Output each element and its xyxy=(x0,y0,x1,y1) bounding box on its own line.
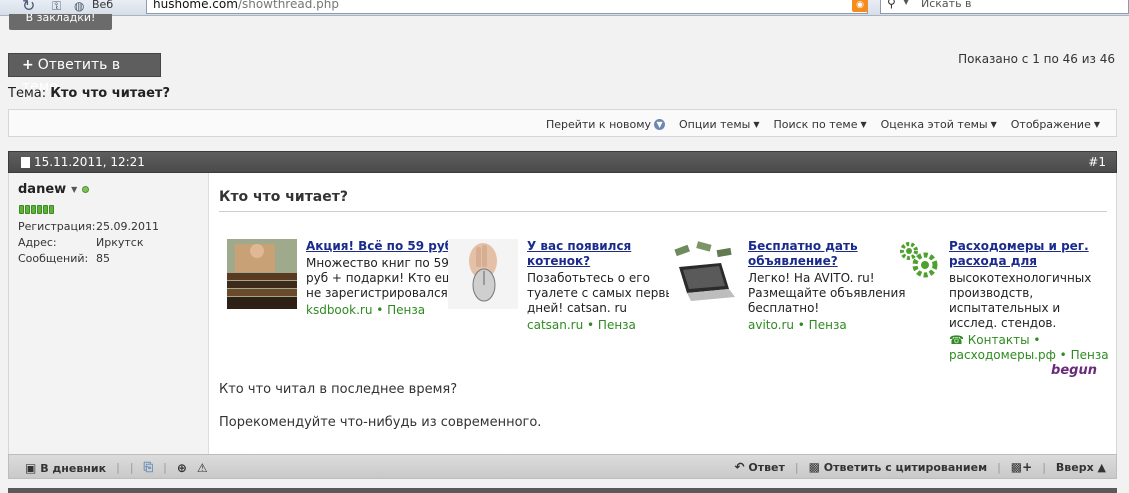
username-link[interactable]: danew ▼ xyxy=(18,182,90,197)
gears-icon[interactable] xyxy=(897,239,941,279)
ad-description: Легко! На AVITO. ru! Размещайте объявлен… xyxy=(748,271,906,315)
ad-network-logo[interactable]: begun xyxy=(1051,363,1097,378)
user-registration: Регистрация: 25.09.2011 xyxy=(18,220,159,233)
post-footer: ▣ В дневник | | ⎘ | ⊕ ⚠ ↶ Ответ | ▩ Отве… xyxy=(8,454,1117,479)
divider xyxy=(219,211,1107,212)
caret-down-icon: ▼ xyxy=(990,120,997,129)
browser-toolbar: ↻ ⚿ ◍ Веб hushome.com/showthread.php ◉ ⚲… xyxy=(0,0,1129,16)
post-body: danew ▼ Регистрация: 25.09.2011 Адрес: Ирк… xyxy=(8,173,1117,454)
user-info-panel: danew ▼ Регистрация: 25.09.2011 Адрес: Ирк… xyxy=(9,173,209,454)
ad-contacts-link[interactable]: ☎ Контакты • xyxy=(949,333,1109,348)
thread-toolbar: Перейти к новому ▼ Опции темы ▼ Поиск по … xyxy=(8,109,1117,137)
books-image[interactable] xyxy=(227,239,297,309)
bookmark-button[interactable]: В закладки! xyxy=(9,14,112,30)
post-message-line: Порекомендуйте что-нибудь из современног… xyxy=(219,415,542,430)
user-address: Адрес: Иркутск xyxy=(18,236,144,249)
triangle-up-icon: ▲ xyxy=(1097,460,1106,474)
url-path: /showthread.php xyxy=(237,0,339,11)
ad-source-link[interactable]: avito.ru • Пенза xyxy=(748,318,906,333)
post-message-line: Кто что читал в последнее время? xyxy=(219,382,458,397)
phone-icon: ☎ xyxy=(949,333,964,347)
diary-button[interactable]: ▣ В дневник xyxy=(25,461,106,475)
book-icon: ▣ xyxy=(25,460,37,475)
thread-prefix: Тема: xyxy=(8,86,47,101)
ad-description: Позаботьтесь о его туалете с самых первы… xyxy=(527,271,682,315)
ad-title-link[interactable]: Расходомеры и рег. расхода для xyxy=(949,239,1109,269)
chevron-down-icon[interactable]: ▼ xyxy=(903,0,909,6)
web-label[interactable]: Веб xyxy=(92,0,113,11)
reputation-bar xyxy=(19,205,54,214)
thread-options-menu[interactable]: Опции темы ▼ xyxy=(679,118,759,131)
speech-bubble-icon: ▩ xyxy=(808,460,820,474)
separator: | xyxy=(794,460,799,474)
plus-icon: + xyxy=(22,57,34,73)
back-to-top-button[interactable]: Вверх ▲ xyxy=(1056,461,1106,474)
reply-thread-button[interactable]: + Ответить в теме xyxy=(8,53,161,95)
laptop-money-image[interactable] xyxy=(669,239,739,309)
next-post-header xyxy=(8,488,1117,493)
mouse-hand-image[interactable] xyxy=(448,239,518,309)
separator: | xyxy=(997,460,1001,474)
reply-button[interactable]: ↶ Ответ xyxy=(734,460,784,474)
search-icon[interactable]: ⚲ xyxy=(887,0,896,10)
quote-reply-button[interactable]: ▩ Ответить с цитированием xyxy=(809,460,987,474)
user-post-count: Сообщений: 85 xyxy=(18,252,110,265)
separator: | xyxy=(129,461,134,474)
document-icon xyxy=(21,156,30,168)
rate-thread-menu[interactable]: Оценка этой темы ▼ xyxy=(881,118,997,131)
refresh-icon[interactable]: ↻ xyxy=(22,0,35,15)
caret-down-icon: ▼ xyxy=(753,120,760,129)
search-thread-menu[interactable]: Поиск по теме ▼ xyxy=(773,118,866,131)
thread-title: Тема: Кто что читает? xyxy=(8,86,170,101)
arrow-down-circle-icon: ▼ xyxy=(654,119,666,130)
caret-down-icon: ▼ xyxy=(860,120,867,129)
warning-icon[interactable]: ⚠ xyxy=(197,461,208,475)
search-box[interactable]: ⚲ ▼ Искать в xyxy=(880,0,1129,14)
ad-title-link[interactable]: У вас появился котенок? xyxy=(527,239,685,269)
ad-title-link[interactable]: Акция! Всё по 59 руб xyxy=(306,239,464,254)
key-icon[interactable]: ⚿ xyxy=(52,0,61,14)
ad-source-link[interactable]: ksdbook.ru • Пенза xyxy=(306,303,464,318)
ad-description: высокотехнологичных производств, испытат… xyxy=(949,271,1092,330)
display-mode-menu[interactable]: Отображение ▼ xyxy=(1011,118,1100,131)
separator: | xyxy=(163,461,167,474)
thread-title-text: Кто что читает? xyxy=(50,86,171,101)
separator: | xyxy=(1042,460,1046,474)
multi-quote-icon[interactable]: ▩+ xyxy=(1011,460,1032,474)
go-to-new-link[interactable]: Перейти к новому ▼ xyxy=(546,118,666,131)
online-status-icon xyxy=(82,186,90,193)
search-placeholder: Искать в xyxy=(921,0,972,10)
post-number-link[interactable]: #1 xyxy=(1088,155,1106,169)
ad-source-link[interactable]: catsan.ru • Пенза xyxy=(527,318,685,333)
caret-down-icon[interactable]: ▼ xyxy=(71,185,77,194)
url-host: hushome.com xyxy=(153,0,238,11)
globe-icon[interactable]: ⊕ xyxy=(177,461,187,475)
ad-description: Множество книг по 59 руб + подарки! Кто … xyxy=(306,256,461,300)
address-bar[interactable]: hushome.com/showthread.php xyxy=(146,0,868,14)
post-date: 15.11.2011, 12:21 xyxy=(21,155,145,169)
post-title: Кто что читает? xyxy=(219,189,348,205)
pagination-info: Показано с 1 по 46 из 46 xyxy=(958,52,1115,66)
ad-source-link[interactable]: расходомеры.рф • Пенза xyxy=(949,348,1109,363)
post-content: Кто что читает? Акция! Всё по 59 руб Мно… xyxy=(219,173,1109,454)
reply-arrow-icon: ↶ xyxy=(734,460,745,474)
globe-icon: ◍ xyxy=(74,0,85,13)
separator: | xyxy=(116,461,120,474)
ad-title-link[interactable]: Бесплатно дать объявление? xyxy=(748,239,906,269)
caret-down-icon: ▼ xyxy=(1093,120,1100,129)
attachment-icon[interactable]: ⎘ xyxy=(144,460,154,475)
rss-icon[interactable]: ◉ xyxy=(852,0,868,12)
post-header: 15.11.2011, 12:21 #1 xyxy=(8,151,1117,173)
